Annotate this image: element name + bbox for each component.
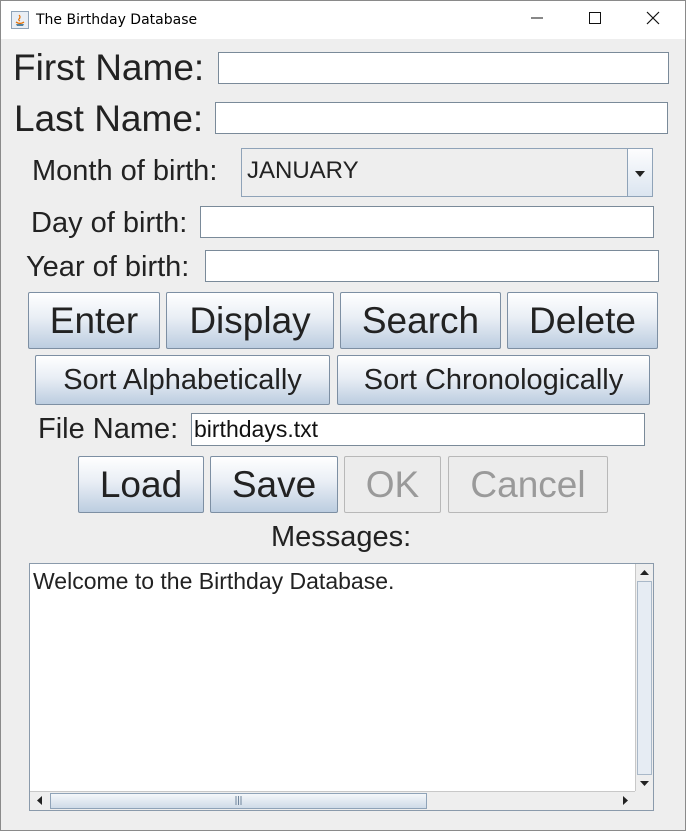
app-window: The Birthday Database First Name: Last N… <box>0 0 686 831</box>
sort-chronologically-button[interactable]: Sort Chronologically <box>337 355 650 405</box>
first-name-label: First Name: <box>13 47 205 88</box>
window-title: The Birthday Database <box>36 12 198 28</box>
year-label: Year of birth: <box>26 251 190 283</box>
day-field[interactable] <box>200 206 654 238</box>
close-button[interactable] <box>624 1 682 39</box>
display-button[interactable]: Display <box>166 292 334 349</box>
scroll-up-icon[interactable] <box>636 564 653 581</box>
day-label: Day of birth: <box>31 207 188 239</box>
messages-label: Messages: <box>271 521 412 553</box>
scrollbar-corner <box>635 791 653 810</box>
title-bar: The Birthday Database <box>1 1 685 39</box>
save-button[interactable]: Save <box>210 456 338 513</box>
month-select[interactable]: JANUARY <box>241 148 653 197</box>
ok-button[interactable]: OK <box>344 456 441 513</box>
grip-icon <box>235 792 242 810</box>
month-selected-value: JANUARY <box>247 157 359 184</box>
scroll-right-icon[interactable] <box>617 792 634 809</box>
last-name-field[interactable] <box>215 102 668 134</box>
first-name-field[interactable] <box>218 52 669 84</box>
year-field[interactable] <box>205 250 659 282</box>
file-name-field[interactable]: birthdays.txt <box>191 413 645 446</box>
month-dropdown-button[interactable] <box>627 149 652 196</box>
form-panel: First Name: Last Name: Month of birth: J… <box>1 39 685 830</box>
messages-text: Welcome to the Birthday Database. <box>33 568 395 594</box>
minimize-icon <box>531 11 543 29</box>
horizontal-scrollbar[interactable] <box>30 791 635 810</box>
load-button[interactable]: Load <box>78 456 204 513</box>
delete-button[interactable]: Delete <box>507 292 658 349</box>
java-app-icon <box>11 11 29 29</box>
enter-button[interactable]: Enter <box>28 292 160 349</box>
chevron-down-icon <box>635 164 645 182</box>
messages-area[interactable]: Welcome to the Birthday Database. <box>29 563 654 811</box>
last-name-label: Last Name: <box>14 98 204 139</box>
vertical-scroll-thumb[interactable] <box>637 581 652 775</box>
month-label: Month of birth: <box>32 155 218 187</box>
maximize-button[interactable] <box>566 1 624 39</box>
close-icon <box>646 11 660 30</box>
maximize-icon <box>589 11 601 29</box>
search-button[interactable]: Search <box>340 292 501 349</box>
scroll-down-icon[interactable] <box>636 775 653 792</box>
horizontal-scroll-thumb[interactable] <box>50 793 427 809</box>
file-name-label: File Name: <box>38 413 179 445</box>
vertical-scrollbar[interactable] <box>635 564 653 792</box>
sort-alphabetically-button[interactable]: Sort Alphabetically <box>35 355 330 405</box>
minimize-button[interactable] <box>508 1 566 39</box>
scroll-left-icon[interactable] <box>31 792 48 809</box>
cancel-button[interactable]: Cancel <box>448 456 608 513</box>
